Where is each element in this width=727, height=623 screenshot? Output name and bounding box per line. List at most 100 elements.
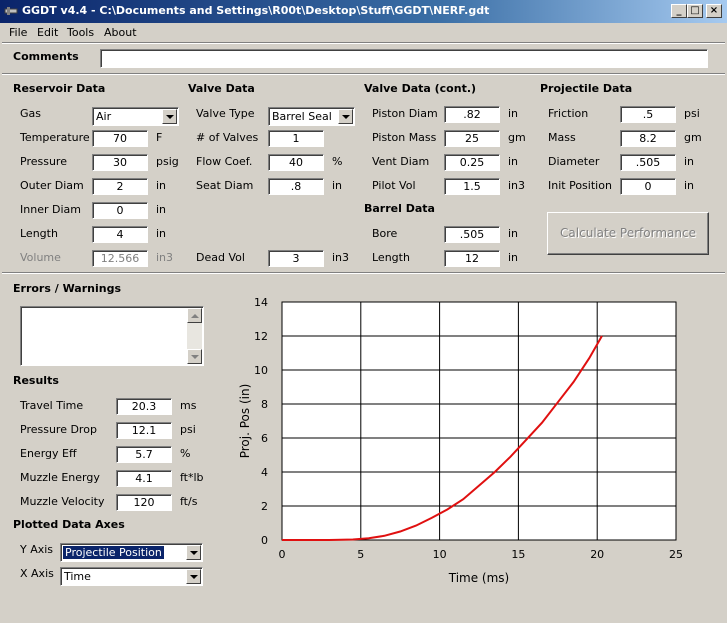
window-title: GGDT v4.4 - C:\Documents and Settings\R0… [22, 4, 490, 17]
y-tick-label: 8 [261, 398, 268, 411]
inputs-separator [2, 272, 725, 274]
y-tick-label: 0 [261, 534, 268, 547]
gas-label: Gas [20, 107, 41, 120]
mass-label: Mass [548, 131, 576, 144]
barrel-length-input[interactable]: 12 [444, 250, 500, 267]
flow-coef-input[interactable]: 40 [268, 154, 324, 171]
volume-output: 12.566 [92, 250, 148, 267]
y-axis-title: Proj. Pos (in) [238, 384, 252, 459]
muzzle-velocity-label: Muzzle Velocity [20, 495, 105, 508]
barrel-header: Barrel Data [364, 202, 435, 215]
pressure-input[interactable]: 30 [92, 154, 148, 171]
menu-bar: File Edit Tools About [0, 23, 727, 42]
scroll-up-icon[interactable] [187, 308, 202, 323]
menu-edit[interactable]: Edit [37, 26, 58, 39]
x-tick-label: 0 [279, 548, 286, 561]
menu-tools[interactable]: Tools [67, 26, 94, 39]
dead-vol-input[interactable]: 3 [268, 250, 324, 267]
x-tick-label: 20 [590, 548, 604, 561]
chevron-down-icon[interactable] [186, 545, 201, 560]
valve-type-label: Valve Type [196, 107, 255, 120]
comments-label: Comments [13, 50, 79, 63]
y-tick-label: 10 [254, 364, 268, 377]
vent-diam-input[interactable]: 0.25 [444, 154, 500, 171]
errors-header: Errors / Warnings [13, 282, 122, 295]
diameter-unit: in [684, 155, 695, 168]
minimize-button[interactable]: _ [671, 4, 687, 18]
position-chart: 0 5 10 15 20 25 0 2 4 6 8 10 12 14 Time (ms) Proj. Pos … [238, 296, 683, 585]
y-axis-select[interactable]: Projectile Position [60, 543, 203, 562]
bore-unit: in [508, 227, 519, 240]
errors-textarea[interactable] [20, 306, 204, 366]
x-tick-label: 10 [433, 548, 447, 561]
results-header: Results [13, 374, 59, 387]
bore-label: Bore [372, 227, 398, 240]
y-tick-label: 2 [261, 500, 268, 513]
close-button[interactable]: × [706, 4, 722, 18]
piston-mass-input[interactable]: 25 [444, 130, 500, 147]
travel-time-label: Travel Time [20, 399, 84, 412]
temperature-label: Temperature [20, 131, 90, 144]
comments-input[interactable] [100, 49, 708, 68]
num-valves-input[interactable]: 1 [268, 130, 324, 147]
maximize-button[interactable]: □ [687, 4, 703, 18]
mass-input[interactable]: 8.2 [620, 130, 676, 147]
energy-eff-unit: % [180, 447, 191, 460]
errors-scrollbar[interactable] [187, 308, 202, 364]
gas-value: Air [96, 110, 112, 123]
piston-diam-label: Piston Diam [372, 107, 438, 120]
y-tick-label: 6 [261, 432, 268, 445]
chevron-down-icon[interactable] [186, 569, 201, 584]
seat-diam-input[interactable]: .8 [268, 178, 324, 195]
calculate-performance-button[interactable]: Calculate Performance [547, 212, 709, 255]
y-axis-value: Projectile Position [63, 546, 164, 559]
x-axis-value: Time [64, 570, 91, 583]
muzzle-energy-unit: ft*lb [180, 471, 204, 484]
barrel-length-unit: in [508, 251, 519, 264]
pilot-vol-input[interactable]: 1.5 [444, 178, 500, 195]
chevron-down-icon[interactable] [338, 109, 353, 124]
chevron-down-icon[interactable] [162, 109, 177, 124]
plot-axes-header: Plotted Data Axes [13, 518, 125, 531]
x-tick-label: 15 [511, 548, 525, 561]
inner-diam-unit: in [156, 203, 167, 216]
piston-diam-unit: in [508, 107, 519, 120]
vent-diam-label: Vent Diam [372, 155, 430, 168]
temperature-input[interactable]: 70 [92, 130, 148, 147]
outer-diam-input[interactable]: 2 [92, 178, 148, 195]
x-tick-label: 5 [357, 548, 364, 561]
muzzle-velocity-unit: ft/s [180, 495, 198, 508]
friction-unit: psi [684, 107, 700, 120]
init-position-input[interactable]: 0 [620, 178, 676, 195]
gas-select[interactable]: Air [92, 107, 179, 126]
x-axis-select[interactable]: Time [60, 567, 203, 586]
piston-diam-input[interactable]: .82 [444, 106, 500, 123]
reservoir-length-unit: in [156, 227, 167, 240]
seat-diam-label: Seat Diam [196, 179, 254, 192]
muzzle-velocity-output: 120 [116, 494, 172, 511]
y-tick-label: 14 [254, 296, 268, 309]
dead-vol-unit: in3 [332, 251, 350, 264]
muzzle-energy-label: Muzzle Energy [20, 471, 100, 484]
menu-about[interactable]: About [104, 26, 137, 39]
friction-input[interactable]: .5 [620, 106, 676, 123]
y-tick-label: 4 [261, 466, 268, 479]
pressure-label: Pressure [20, 155, 67, 168]
pressure-drop-output: 12.1 [116, 422, 172, 439]
energy-eff-label: Energy Eff [20, 447, 77, 460]
piston-mass-label: Piston Mass [372, 131, 437, 144]
scroll-down-icon[interactable] [187, 349, 202, 364]
pressure-drop-label: Pressure Drop [20, 423, 97, 436]
flow-coef-unit: % [332, 155, 343, 168]
temperature-unit: F [156, 131, 163, 144]
plot-area [281, 301, 677, 541]
diameter-input[interactable]: .505 [620, 154, 676, 171]
bore-input[interactable]: .505 [444, 226, 500, 243]
friction-label: Friction [548, 107, 589, 120]
valve-type-select[interactable]: Barrel Seal [268, 107, 355, 126]
menu-file[interactable]: File [9, 26, 27, 39]
vent-diam-unit: in [508, 155, 519, 168]
reservoir-length-input[interactable]: 4 [92, 226, 148, 243]
init-position-unit: in [684, 179, 695, 192]
inner-diam-input[interactable]: 0 [92, 202, 148, 219]
